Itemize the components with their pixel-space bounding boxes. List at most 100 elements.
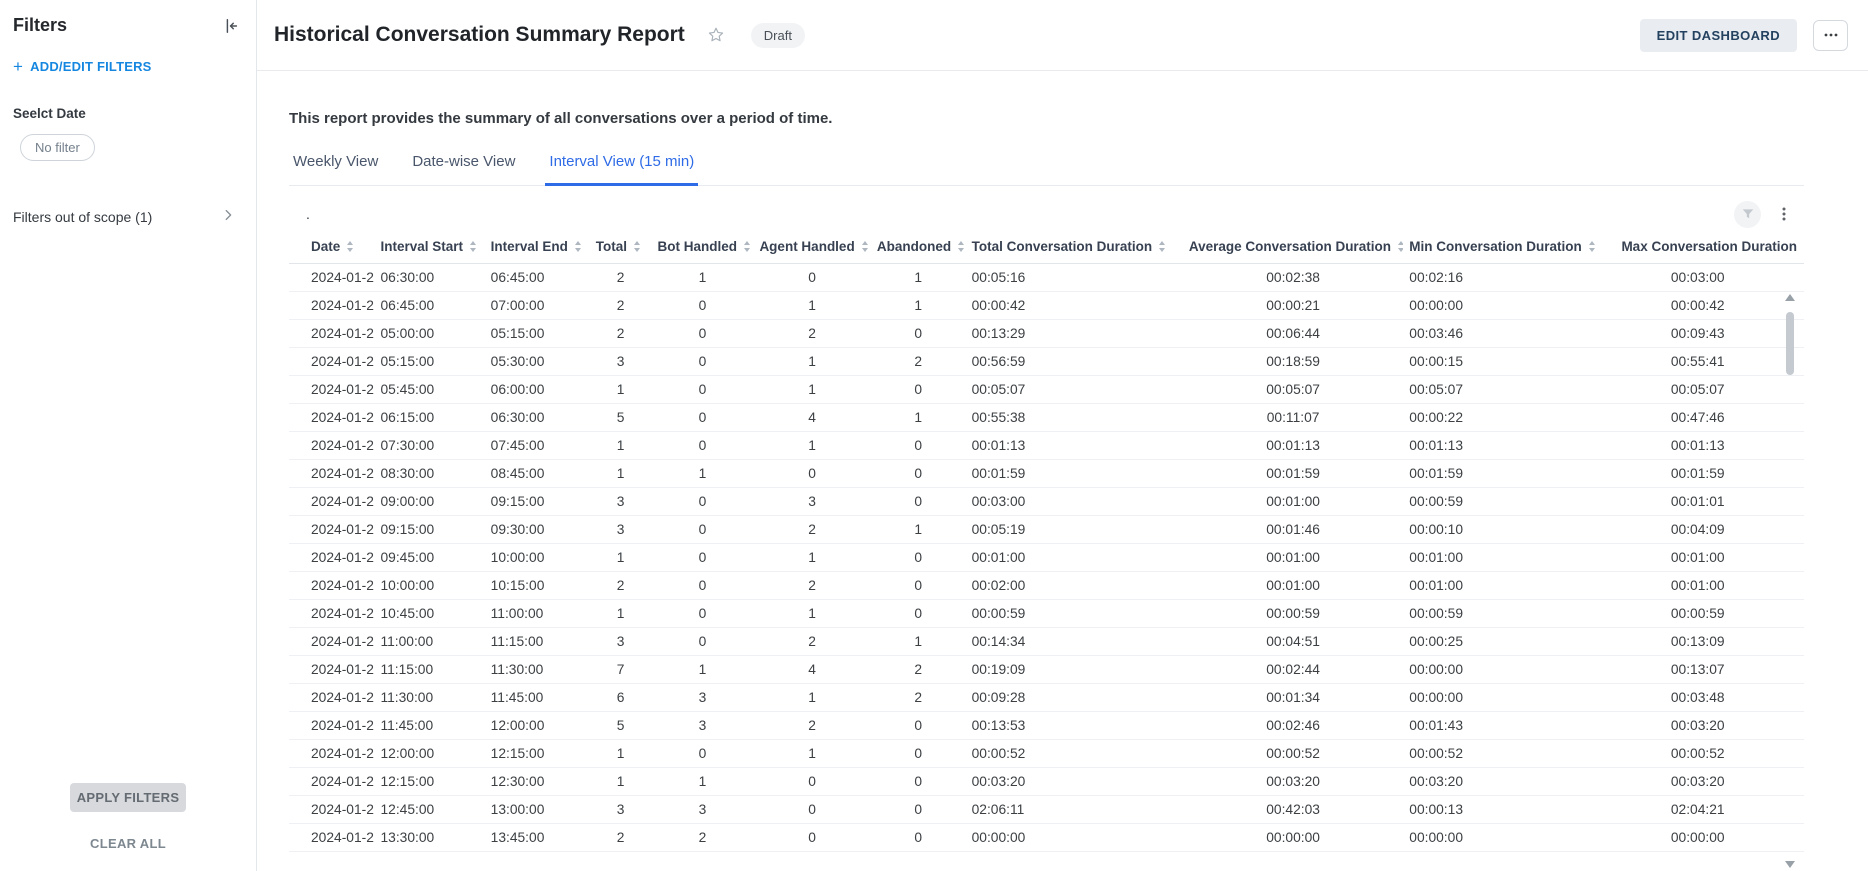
cell: 0 xyxy=(871,599,966,627)
cell: 11:15:00 xyxy=(374,655,484,683)
sort-icon[interactable] xyxy=(634,241,640,252)
column-header-total-conversation-duration[interactable]: Total Conversation Duration xyxy=(966,230,1183,263)
more-menu-button[interactable] xyxy=(1813,20,1848,51)
report-description: This report provides the summary of all … xyxy=(289,110,1804,127)
scroll-up-arrow-icon[interactable] xyxy=(1785,294,1795,301)
cell: 1 xyxy=(871,291,966,319)
sort-icon[interactable] xyxy=(744,241,750,252)
apply-filters-button[interactable]: APPLY FILTERS xyxy=(70,783,186,812)
table-row[interactable]: 2024-01-2311:15:0011:30:00714200:19:0900… xyxy=(289,655,1804,683)
table-row[interactable]: 2024-01-2311:45:0012:00:00532000:13:5300… xyxy=(289,711,1804,739)
cell: 0 xyxy=(651,515,753,543)
cell: 00:00:00 xyxy=(1403,823,1615,851)
favorite-star-icon[interactable] xyxy=(707,26,725,44)
column-label: Total Conversation Duration xyxy=(972,239,1153,254)
table-scrollbar[interactable] xyxy=(1784,294,1796,871)
main-area: Historical Conversation Summary Report D… xyxy=(257,0,1868,871)
edit-dashboard-button[interactable]: EDIT DASHBOARD xyxy=(1640,19,1797,52)
sort-icon[interactable] xyxy=(1159,241,1165,252)
sort-icon[interactable] xyxy=(575,241,581,252)
table-row[interactable]: 2024-01-2308:30:0008:45:00110000:01:5900… xyxy=(289,459,1804,487)
cell: 1 xyxy=(753,683,870,711)
table-row[interactable]: 2024-01-2310:45:0011:00:00101000:00:5900… xyxy=(289,599,1804,627)
cell: 11:45:00 xyxy=(374,711,484,739)
column-header-abandoned[interactable]: Abandoned xyxy=(871,230,966,263)
cell: 1 xyxy=(871,403,966,431)
table-row[interactable]: 2024-01-2406:45:0007:00:00201100:00:4200… xyxy=(289,291,1804,319)
column-header-interval-end[interactable]: Interval End xyxy=(485,230,590,263)
table-row[interactable]: 2024-01-2312:00:0012:15:00101000:00:5200… xyxy=(289,739,1804,767)
filter-funnel-icon[interactable] xyxy=(1734,201,1761,228)
table-row[interactable]: 2024-01-2313:30:0013:45:00220000:00:0000… xyxy=(289,823,1804,851)
cell: 2024-01-23 xyxy=(289,795,374,823)
table-row[interactable]: 2024-01-2311:00:0011:15:00302100:14:3400… xyxy=(289,627,1804,655)
column-header-interval-start[interactable]: Interval Start xyxy=(374,230,484,263)
cell: 00:01:01 xyxy=(1615,487,1804,515)
sort-icon[interactable] xyxy=(1589,241,1595,252)
column-header-bot-handled[interactable]: Bot Handled xyxy=(651,230,753,263)
column-header-min-conversation-duration[interactable]: Min Conversation Duration xyxy=(1403,230,1615,263)
column-label: Interval Start xyxy=(380,239,463,254)
cell: 3 xyxy=(590,795,652,823)
column-header-max-conversation-duration[interactable]: Max Conversation Duration xyxy=(1615,230,1804,263)
kebab-menu-icon[interactable] xyxy=(1776,206,1792,222)
table-row[interactable]: 2024-01-2309:00:0009:15:00303000:03:0000… xyxy=(289,487,1804,515)
table-row[interactable]: 2024-01-2309:45:0010:00:00101000:01:0000… xyxy=(289,543,1804,571)
cell: 00:01:13 xyxy=(966,431,1183,459)
cell: 0 xyxy=(651,403,753,431)
cell: 1 xyxy=(753,375,870,403)
clear-all-button[interactable]: CLEAR ALL xyxy=(90,836,166,851)
cell: 11:15:00 xyxy=(485,627,590,655)
tab-weekly-view[interactable]: Weekly View xyxy=(289,153,382,186)
sort-icon[interactable] xyxy=(1398,241,1403,252)
table-row[interactable]: 2024-01-2310:00:0010:15:00202000:02:0000… xyxy=(289,571,1804,599)
column-header-date[interactable]: Date xyxy=(289,230,374,263)
table-row[interactable]: 2024-01-2406:30:0006:45:00210100:05:1600… xyxy=(289,263,1804,291)
cell: 1 xyxy=(871,515,966,543)
tab-interval-view-15-min[interactable]: Interval View (15 min) xyxy=(545,153,698,186)
widget-title: . xyxy=(306,206,310,222)
table-row[interactable]: 2024-01-2311:30:0011:45:00631200:09:2800… xyxy=(289,683,1804,711)
table-row[interactable]: 2024-01-2309:15:0009:30:00302100:05:1900… xyxy=(289,515,1804,543)
scroll-down-arrow-icon[interactable] xyxy=(1785,861,1795,868)
cell: 00:55:38 xyxy=(966,403,1183,431)
cell: 00:03:48 xyxy=(1615,683,1804,711)
sort-icon[interactable] xyxy=(347,241,353,252)
column-header-agent-handled[interactable]: Agent Handled xyxy=(753,230,870,263)
sort-icon[interactable] xyxy=(470,241,476,252)
cell: 00:03:20 xyxy=(966,767,1183,795)
cell: 00:55:41 xyxy=(1615,347,1804,375)
table-row[interactable]: 2024-01-2312:15:0012:30:00110000:03:2000… xyxy=(289,767,1804,795)
add-edit-filters-button[interactable]: + ADD/EDIT FILTERS xyxy=(13,58,240,75)
cell: 00:03:00 xyxy=(1615,263,1804,291)
cell: 08:30:00 xyxy=(374,459,484,487)
cell: 0 xyxy=(871,487,966,515)
column-label: Max Conversation Duration xyxy=(1621,239,1797,254)
cell: 2 xyxy=(871,683,966,711)
status-badge: Draft xyxy=(751,23,805,48)
table-row[interactable]: 2024-01-2305:45:0006:00:00101000:05:0700… xyxy=(289,375,1804,403)
cell: 00:00:59 xyxy=(1615,599,1804,627)
column-header-average-conversation-duration[interactable]: Average Conversation Duration xyxy=(1183,230,1403,263)
scrollbar-thumb[interactable] xyxy=(1786,312,1794,375)
table-row[interactable]: 2024-01-2312:45:0013:00:00330002:06:1100… xyxy=(289,795,1804,823)
column-header-total[interactable]: Total xyxy=(590,230,652,263)
filters-out-of-scope-toggle[interactable]: Filters out of scope (1) xyxy=(13,208,240,225)
tab-date-wise-view[interactable]: Date-wise View xyxy=(408,153,519,186)
cell: 00:00:42 xyxy=(1615,291,1804,319)
table-row[interactable]: 2024-01-2305:15:0005:30:00301200:56:5900… xyxy=(289,347,1804,375)
cell: 1 xyxy=(590,431,652,459)
table-row[interactable]: 2024-01-2307:30:0007:45:00101000:01:1300… xyxy=(289,431,1804,459)
cell: 00:00:42 xyxy=(966,291,1183,319)
cell: 0 xyxy=(651,487,753,515)
collapse-sidebar-icon[interactable] xyxy=(222,17,240,35)
table-row[interactable]: 2024-01-2306:15:0006:30:00504100:55:3800… xyxy=(289,403,1804,431)
cell: 0 xyxy=(753,263,870,291)
no-filter-chip[interactable]: No filter xyxy=(20,134,95,161)
sort-icon[interactable] xyxy=(958,241,964,252)
cell: 0 xyxy=(871,767,966,795)
column-label: Interval End xyxy=(491,239,568,254)
cell: 0 xyxy=(651,319,753,347)
sort-icon[interactable] xyxy=(862,241,868,252)
table-row[interactable]: 2024-01-2305:00:0005:15:00202000:13:2900… xyxy=(289,319,1804,347)
